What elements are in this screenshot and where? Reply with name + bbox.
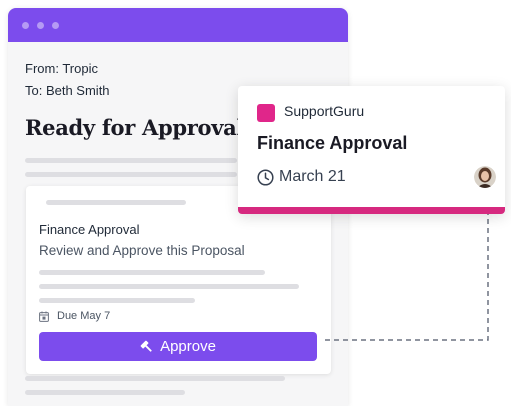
placeholder-line [39, 284, 299, 289]
brand-logo [257, 104, 275, 122]
window-dot-3 [52, 22, 59, 29]
notification-accent-bar [238, 207, 505, 214]
email-title: Ready for Approval [25, 115, 245, 140]
email-to: To: Beth Smith [25, 83, 110, 98]
placeholder-line [25, 172, 237, 177]
placeholder-line [39, 298, 195, 303]
due-date: Due May 7 [39, 310, 110, 322]
placeholder-line [25, 376, 285, 381]
clock-icon [257, 168, 274, 186]
avatar[interactable] [474, 166, 496, 188]
calendar-icon [39, 311, 49, 322]
gavel-icon [140, 340, 152, 352]
notification-card[interactable]: SupportGuru Finance Approval March 21 [238, 86, 505, 214]
email-from: From: Tropic [25, 61, 98, 76]
notification-title: Finance Approval [257, 133, 408, 153]
avatar-photo [474, 166, 496, 188]
placeholder-line [39, 270, 265, 275]
approve-button-label: Approve [160, 338, 216, 355]
notification-date: March 21 [257, 168, 346, 186]
notification-date-label: March 21 [279, 168, 346, 185]
placeholder-line [25, 390, 185, 395]
window-dot-2 [37, 22, 44, 29]
placeholder-line [25, 158, 237, 163]
approve-button[interactable]: Approve [39, 332, 317, 361]
window-titlebar [8, 8, 348, 42]
approval-card-title: Finance Approval [39, 222, 140, 237]
placeholder-line [46, 200, 186, 205]
brand-name: SupportGuru [284, 103, 365, 119]
due-date-label: Due May 7 [57, 310, 111, 322]
approval-card: Finance Approval Review and Approve this… [26, 186, 331, 374]
approval-card-subtitle: Review and Approve this Proposal [39, 243, 245, 258]
window-dot-1 [22, 22, 29, 29]
